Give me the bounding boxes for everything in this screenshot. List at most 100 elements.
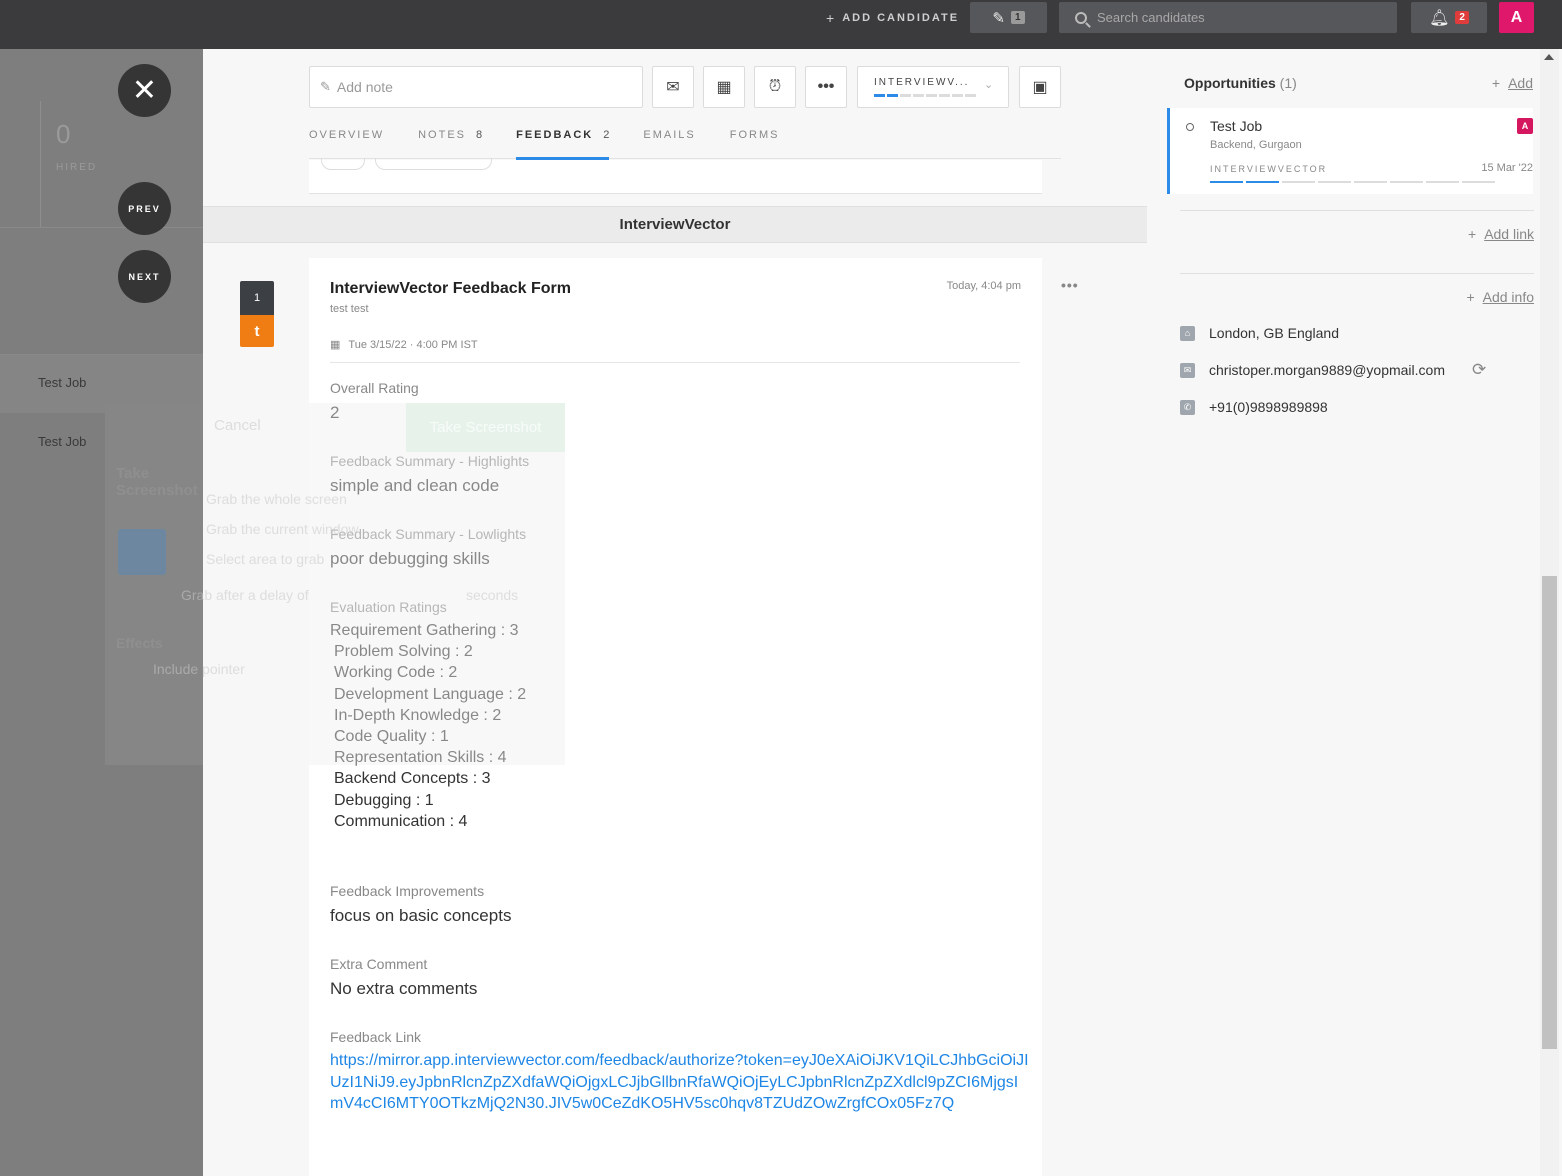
tab-forms[interactable]: FORMS [730,123,780,159]
feedback-timestamp: Today, 4:04 pm [946,280,1021,292]
screenshot-option-window[interactable]: Grab the current window [206,521,359,537]
evaluation-rating-item: Backend Concepts : 3 [334,770,491,788]
divider [1180,273,1534,274]
tab-overview[interactable]: OVERVIEW [309,123,384,159]
job-list-item[interactable]: Test Job [38,375,86,390]
scroll-up-arrow-icon[interactable] [1544,54,1554,60]
progress-segment [939,94,950,97]
screenshot-mode-icon [118,529,166,575]
feedback-link[interactable]: https://mirror.app.interviewvector.com/f… [330,1050,1030,1115]
feedback-more-button[interactable]: ••• [1061,277,1079,293]
next-button[interactable]: NEXT [118,250,171,303]
add-info-button[interactable]: + Add info [1466,289,1534,305]
stage-dropdown[interactable]: INTERVIEWV... ⌄ [857,66,1009,108]
take-screenshot-button[interactable]: Take Screenshot [406,403,565,452]
tab-notes[interactable]: NOTES 8 [418,123,482,159]
add-candidate-button[interactable]: + ADD CANDIDATE [826,10,959,26]
search-input[interactable] [1097,10,1377,25]
status-dot-icon [1186,123,1194,131]
add-note-input[interactable] [336,79,627,95]
schedule-button[interactable]: ▦ [703,66,745,108]
tab-emails[interactable]: EMAILS [643,123,695,159]
plus-icon: + [1491,75,1501,91]
add-link-label: Add link [1484,226,1534,242]
improvements-value: focus on basic concepts [330,906,512,925]
prev-button[interactable]: PREV [118,182,171,235]
opportunity-stage-progress [1210,181,1495,183]
reminder-button[interactable]: ⏰︎ [754,66,796,108]
opportunity-card[interactable]: Test Job Backend, Gurgaon INTERVIEWVECTO… [1167,108,1533,194]
pencil-icon: ✎ [992,9,1005,27]
progress-segment [1354,181,1387,183]
phone-row[interactable]: ✆ +91(0)9898989898 [1180,399,1328,415]
screenshot-tool-title: Take Screenshot [116,465,198,499]
screenshot-option-whole-screen[interactable]: Grab the whole screen [206,491,347,507]
email-text[interactable]: christoper.morgan9889@yopmail.com [1209,362,1445,378]
tab-label: FORMS [729,129,780,141]
add-opportunity-button[interactable]: + Add [1492,75,1533,91]
progress-segment [874,94,885,97]
screenshot-cancel-button[interactable]: Cancel [214,417,261,434]
progress-segment [1426,181,1459,183]
divider [0,227,203,228]
feedback-link-label: Feedback Link [330,1029,422,1045]
divider [330,362,1020,363]
screenshot-delay-label: Grab after a delay of [181,587,309,603]
progress-segment [1390,181,1423,183]
add-link-button[interactable]: + Add link [1468,226,1534,242]
background-pipeline: 0 HIRED Test Job Test Job Take Screensho… [0,49,203,1176]
calendar-icon: ▦ [716,79,732,96]
feedback-number-tag: 1 [240,281,274,315]
edit-button[interactable]: ✎ 1 [970,2,1047,33]
user-avatar[interactable]: A [1499,2,1534,33]
screenshot-effects-label: Effects [116,635,163,651]
owner-badge: A [1517,118,1533,134]
more-actions-button[interactable]: ••• [805,66,847,108]
archive-icon: ▣ [1032,79,1048,96]
close-icon: ✕ [131,74,158,107]
screenshot-tool-panel [105,403,203,765]
hired-label: HIRED [56,162,98,173]
refresh-icon[interactable]: ⟳ [1472,360,1486,380]
include-pointer-checkbox[interactable]: Include pointer [153,661,245,677]
add-note-field[interactable]: ✎ [309,66,643,108]
phone-text[interactable]: +91(0)9898989898 [1209,399,1328,415]
pencil-icon: ✎ [320,79,331,94]
opportunities-count: (1) [1279,75,1297,91]
hired-count: 0 [56,119,71,149]
bell-icon: 🔔︎ [1429,9,1450,27]
opportunities-title: Opportunities (1) [1184,75,1297,91]
tab-feedback[interactable]: FEEDBACK 2 [516,123,610,160]
improvements-label: Feedback Improvements [330,883,485,899]
opportunity-stage: INTERVIEWVECTOR [1210,164,1328,174]
job-list-item[interactable]: Test Job [38,434,86,449]
location-text: London, GB England [1209,325,1339,341]
tab-label: NOTES [418,129,466,141]
progress-segment [1462,181,1495,183]
location-row: ⌂ London, GB England [1180,325,1339,341]
divider [1180,210,1534,211]
screenshot-option-area[interactable]: Select area to grab [206,551,324,567]
add-opportunity-label: Add [1508,75,1533,91]
notifications-button[interactable]: 🔔︎ 2 [1411,2,1487,33]
previous-card-stub [309,158,1042,194]
plus-icon: + [826,10,835,26]
progress-segment [1210,181,1243,183]
close-button[interactable]: ✕ [118,64,171,117]
plus-icon: + [1468,226,1477,242]
email-row[interactable]: ✉ christoper.morgan9889@yopmail.com [1180,362,1445,378]
archive-button[interactable]: ▣ [1019,66,1061,108]
edit-count-badge: 1 [1011,11,1025,24]
progress-segment [926,94,937,97]
progress-segment [1246,181,1279,183]
scrollbar-thumb[interactable] [1542,576,1557,1049]
search-box[interactable] [1059,2,1397,33]
author-initial-tag: t [240,315,274,347]
home-icon: ⌂ [1180,325,1195,341]
progress-segment [900,94,911,97]
interview-date: ▦ Tue 3/15/22 · 4:00 PM IST [330,338,478,352]
top-bar: + ADD CANDIDATE ✎ 1 🔔︎ 2 A [0,0,1562,49]
notification-count-badge: 2 [1455,11,1469,24]
email-button[interactable]: ✉ [652,66,694,108]
evaluation-rating-item: Debugging : 1 [334,791,434,809]
